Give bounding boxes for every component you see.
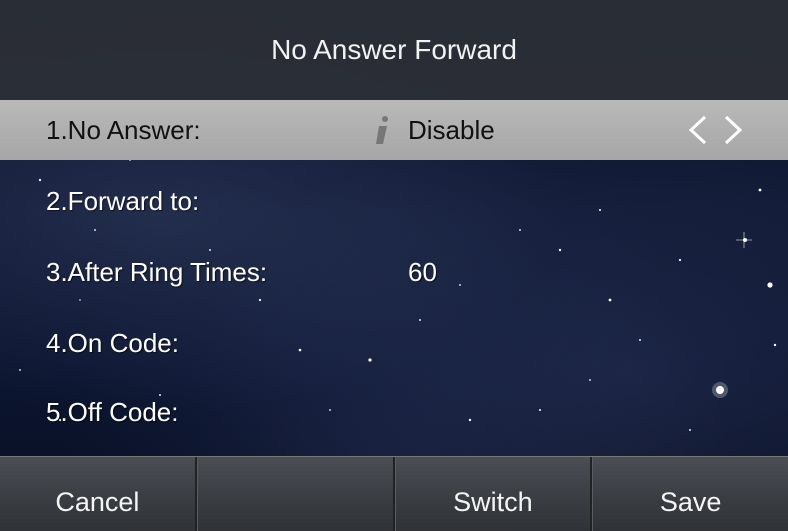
menu-item-on-code[interactable]: 4.On Code: xyxy=(0,313,788,373)
menu-item-label: 3.After Ring Times: xyxy=(46,256,268,287)
switch-button[interactable]: Switch xyxy=(394,457,593,531)
empty-softkey[interactable] xyxy=(196,457,395,531)
chevron-left-icon[interactable] xyxy=(685,114,709,146)
menu-item-value: 60 xyxy=(408,256,437,287)
menu-item-label: 5.Off Code: xyxy=(46,396,179,427)
page-title: No Answer Forward xyxy=(271,34,517,65)
softkey-bar: Cancel Switch Save xyxy=(0,456,788,531)
menu-item-after-ring-times[interactable]: 3.After Ring Times: 60 xyxy=(0,242,788,302)
menu-item-label: 4.On Code: xyxy=(46,327,179,358)
title-bar: No Answer Forward xyxy=(0,0,788,101)
menu-item-no-answer[interactable]: 1.No Answer: Disable xyxy=(0,100,788,160)
menu-item-label: 1.No Answer: xyxy=(46,114,201,145)
save-button[interactable]: Save xyxy=(592,457,788,531)
chevron-right-icon[interactable] xyxy=(722,114,746,146)
menu-item-off-code[interactable]: 5.Off Code: xyxy=(0,382,788,442)
menu-list: 1.No Answer: Disable 2.Forward to: 3.Aft… xyxy=(0,100,788,456)
menu-item-forward-to[interactable]: 2.Forward to: xyxy=(0,171,788,231)
menu-item-label: 2.Forward to: xyxy=(46,185,200,216)
info-icon xyxy=(376,116,388,144)
menu-item-value: Disable xyxy=(408,114,495,145)
cancel-button[interactable]: Cancel xyxy=(0,457,197,531)
phone-screen: No Answer Forward 1.No Answer: Disable 2… xyxy=(0,0,788,531)
